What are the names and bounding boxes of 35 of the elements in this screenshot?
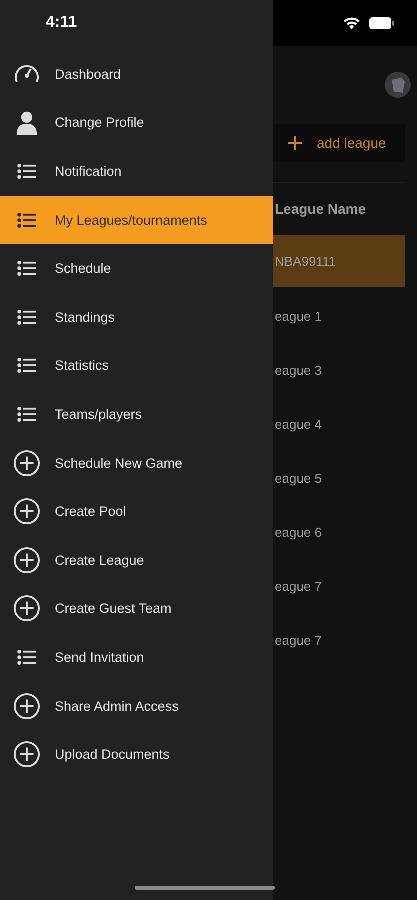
menu-item[interactable]: My Leagues/tournaments <box>0 196 273 244</box>
battery-icon <box>369 16 395 30</box>
menu-item[interactable]: Change Profile <box>0 98 273 148</box>
add-circle-icon <box>13 741 41 768</box>
menu-item[interactable]: Upload Documents <box>0 730 273 779</box>
add-league-button[interactable]: add league <box>273 124 405 162</box>
status-time: 4:11 <box>45 13 78 33</box>
menu-item[interactable]: Create Pool <box>0 487 273 536</box>
add-circle-icon <box>13 546 41 574</box>
menu-item[interactable]: Share Admin Access <box>0 682 273 730</box>
avatar-icon[interactable] <box>385 72 411 98</box>
league-row[interactable]: eague 4 <box>273 397 405 451</box>
menu-item[interactable]: Notification <box>0 147 273 196</box>
add-circle-icon <box>13 692 41 720</box>
wifi-icon <box>343 16 361 30</box>
menu-item[interactable]: Dashboard <box>0 50 273 99</box>
menu-item[interactable]: Schedule <box>0 244 273 293</box>
add-circle-icon <box>13 450 41 477</box>
menu-item[interactable]: Statistics <box>0 342 273 390</box>
league-row[interactable]: eague 1 <box>273 289 405 343</box>
league-row[interactable]: eague 5 <box>273 451 405 505</box>
menu-item[interactable]: Create Guest Team <box>0 584 273 634</box>
add-circle-icon <box>13 595 41 622</box>
league-row[interactable]: eague 7 <box>273 613 405 667</box>
menu-item[interactable]: Schedule New Game <box>0 438 273 488</box>
menu-item[interactable]: Create League <box>0 536 273 585</box>
menu-item[interactable]: Teams/players <box>0 390 273 439</box>
league-row[interactable]: NBA99111 <box>273 235 405 287</box>
menu-item[interactable]: Standings <box>0 292 273 342</box>
league-row[interactable]: eague 6 <box>273 505 405 559</box>
plus-icon <box>287 135 303 151</box>
menu-item[interactable]: Send Invitation <box>0 633 273 682</box>
add-circle-icon <box>13 498 41 526</box>
league-row[interactable]: eague 7 <box>273 559 405 613</box>
league-row[interactable]: eague 3 <box>273 343 405 397</box>
